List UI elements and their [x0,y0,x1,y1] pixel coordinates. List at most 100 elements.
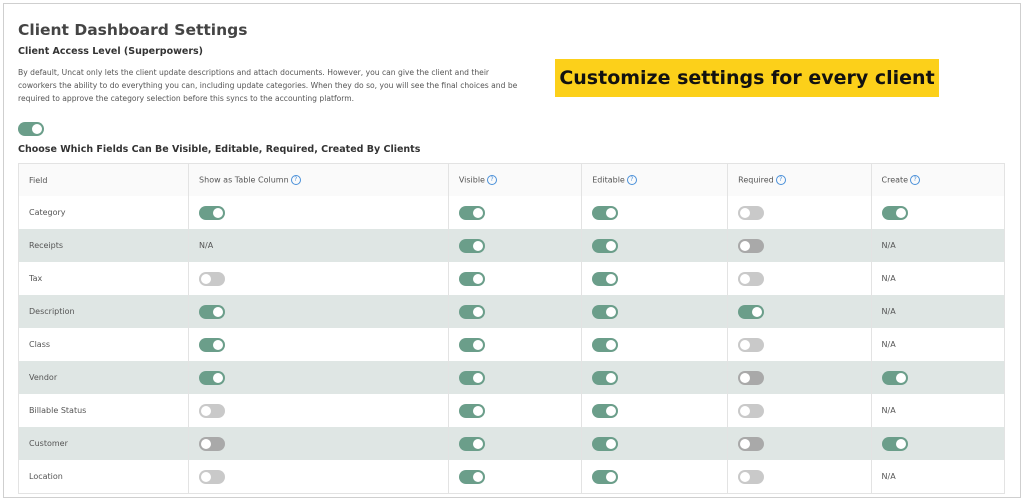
toggle-switch[interactable] [738,304,765,319]
toggle-switch[interactable] [592,403,619,418]
help-icon[interactable]: ? [486,175,497,185]
help-icon[interactable]: ? [775,175,786,185]
toggle-switch[interactable] [738,403,765,418]
toggle-switch[interactable] [199,304,226,319]
permission-cell [581,295,729,328]
toggle-switch[interactable] [458,304,485,319]
toggle-switch[interactable] [458,436,485,451]
not-applicable-text: N/A [881,274,896,283]
permission-cell [188,328,449,361]
settings-panel: Client Dashboard Settings Client Access … [3,3,1021,498]
toggle-switch[interactable] [881,205,908,220]
column-header: Field [18,163,190,196]
toggle-switch[interactable] [738,370,765,385]
toggle-switch[interactable] [458,370,485,385]
toggle-switch[interactable] [881,370,908,385]
permission-cell [581,460,729,494]
permission-cell: N/A [871,394,1004,427]
toggle-switch[interactable] [592,238,619,253]
permission-cell [448,427,583,460]
permission-cell [188,427,449,460]
permission-cell: N/A [871,295,1005,328]
promo-banner: Customize settings for every client [555,59,939,97]
toggle-switch[interactable] [458,469,485,484]
permission-cell: N/A [871,262,1004,295]
permission-cell [188,196,449,229]
field-permissions-table: Field Show as Table Column? Visible? Editab… [18,163,1005,494]
toggle-switch[interactable] [738,337,765,352]
permission-cell: N/A [871,229,1005,262]
toggle-switch[interactable] [199,469,226,484]
toggle-switch[interactable] [592,304,619,319]
toggle-switch[interactable] [18,121,44,136]
permission-cell [727,460,872,494]
permission-cell [581,328,729,361]
column-header: Visible? [448,163,583,196]
column-header: Required? [727,163,872,196]
permission-cell [448,196,583,229]
permission-cell [581,196,729,229]
permission-cell [727,328,872,361]
toggle-switch[interactable] [592,370,619,385]
not-applicable-text: N/A [881,406,896,415]
permission-cell [448,328,583,361]
toggle-switch[interactable] [592,337,619,352]
permission-cell: N/A [871,460,1004,494]
permission-cell [727,427,872,460]
toggle-switch[interactable] [881,436,908,451]
toggle-switch[interactable] [199,271,226,286]
toggle-switch[interactable] [199,337,226,352]
toggle-switch[interactable] [592,469,619,484]
table-row: Customer [18,427,1005,460]
field-name: Location [29,472,63,481]
permission-cell [727,196,872,229]
permission-cell: N/A [188,229,449,262]
help-icon[interactable]: ? [626,175,637,185]
toggle-switch[interactable] [738,436,765,451]
toggle-switch[interactable] [199,370,226,385]
toggle-switch[interactable] [458,337,485,352]
fields-title: Choose Which Fields Can Be Visible, Edit… [18,144,421,155]
table-header-row: Field Show as Table Column? Visible? Editab… [18,163,1005,196]
permission-cell [448,361,583,394]
toggle-switch[interactable] [458,205,485,220]
table-row: Category [18,196,1005,229]
toggle-switch[interactable] [199,205,226,220]
permission-cell [448,394,583,427]
column-header-label: Show as Table Column [199,175,289,185]
permission-cell [448,295,583,328]
field-name: Class [29,340,51,349]
permission-cell [871,196,1004,229]
help-icon[interactable]: ? [910,175,921,185]
permission-cell [727,295,872,328]
permission-cell [727,361,872,394]
not-applicable-text: N/A [881,472,896,481]
permission-cell [581,229,729,262]
toggle-switch[interactable] [199,436,226,451]
access-level-toggle[interactable] [18,118,44,137]
toggle-switch[interactable] [738,238,765,253]
toggle-switch[interactable] [592,436,619,451]
column-header: Create? [871,163,1005,196]
toggle-switch[interactable] [458,403,485,418]
permission-cell [727,394,872,427]
toggle-switch[interactable] [738,469,765,484]
page-title: Client Dashboard Settings [18,21,248,39]
toggle-switch[interactable] [592,271,619,286]
field-name-cell: Class [18,328,190,361]
column-header-label: Required [738,175,774,185]
not-applicable-text: N/A [881,340,896,349]
field-name: Receipts [29,241,64,250]
field-name-cell: Category [18,196,190,229]
permission-cell [581,427,729,460]
toggle-switch[interactable] [458,238,485,253]
not-applicable-text: N/A [881,307,896,316]
toggle-switch[interactable] [738,205,765,220]
permission-cell [727,229,872,262]
toggle-switch[interactable] [738,271,765,286]
toggle-switch[interactable] [458,271,485,286]
toggle-switch[interactable] [592,205,619,220]
permission-cell [448,262,583,295]
help-icon[interactable]: ? [290,175,301,185]
toggle-switch[interactable] [199,403,226,418]
